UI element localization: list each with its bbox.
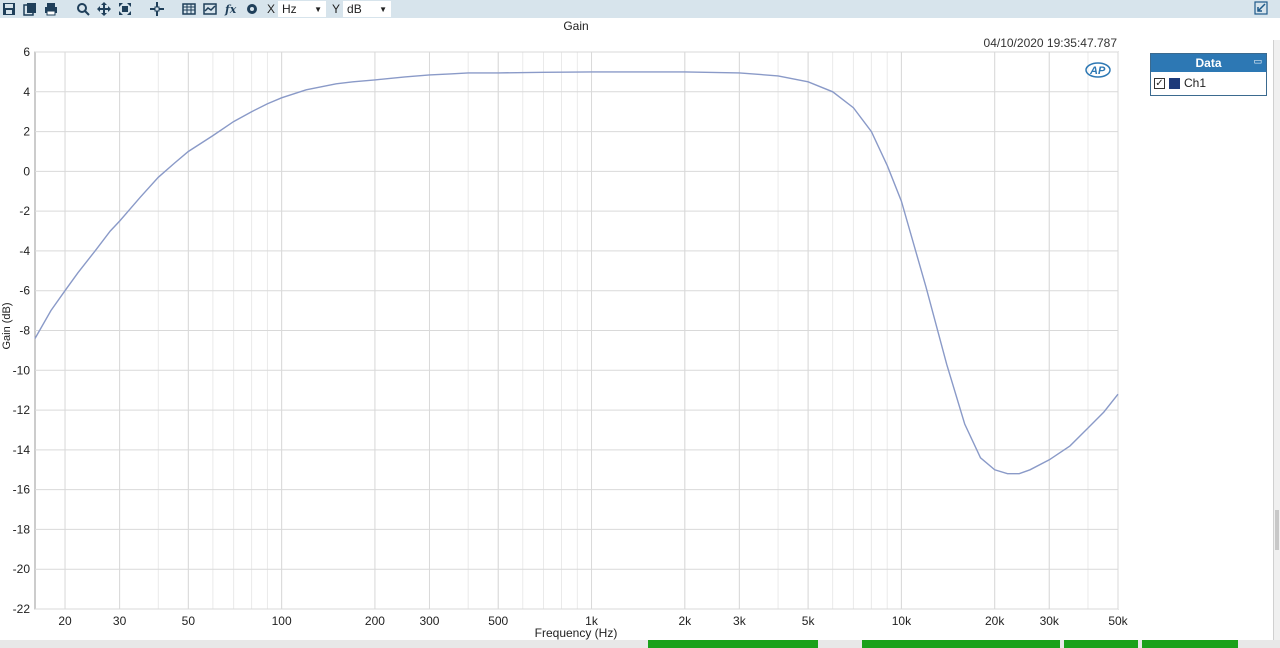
status-freq-segment: [1142, 640, 1238, 648]
legend-entry-label: Ch1: [1184, 76, 1207, 90]
y-tick-label: 4: [23, 85, 30, 99]
y-tick-label: 6: [23, 45, 30, 59]
svg-text:AP: AP: [1089, 65, 1106, 77]
y-tick-label: -10: [13, 363, 31, 377]
series-color-swatch: [1169, 77, 1180, 89]
x-tick-label: 20k: [985, 614, 1005, 628]
x-axis-label: Frequency (Hz): [535, 626, 618, 640]
y-tick-label: -8: [19, 324, 30, 338]
ap-logo-icon: AP: [1085, 62, 1111, 78]
x-tick-label: 2k: [678, 614, 692, 628]
status-level-segment: [1064, 640, 1138, 648]
y-tick-label: -2: [19, 204, 30, 218]
x-tick-label: 20: [58, 614, 72, 628]
y-tick-label: -12: [13, 403, 31, 417]
y-tick-label: 2: [23, 125, 30, 139]
x-tick-label: 30: [113, 614, 127, 628]
y-axis-label: Gain (dB): [1, 302, 13, 350]
y-tick-label: -20: [13, 562, 31, 576]
scrollbar[interactable]: [1273, 40, 1280, 640]
x-tick-label: 500: [488, 614, 508, 628]
legend-entry-ch1[interactable]: ✓ Ch1: [1151, 72, 1266, 90]
y-tick-label: -6: [19, 284, 30, 298]
x-tick-label: 3k: [733, 614, 747, 628]
y-tick-label: -18: [13, 522, 31, 536]
y-tick-label: -22: [13, 602, 31, 616]
checkbox-icon[interactable]: ✓: [1154, 77, 1165, 89]
x-tick-label: 50k: [1108, 614, 1128, 628]
x-tick-label: 10k: [892, 614, 912, 628]
x-tick-label: 200: [365, 614, 385, 628]
x-tick-label: 300: [419, 614, 439, 628]
status-bar: [0, 640, 1280, 648]
y-tick-label: -4: [19, 244, 30, 258]
pin-icon[interactable]: ▭: [1253, 56, 1262, 67]
x-tick-label: 30k: [1040, 614, 1060, 628]
status-output-segment: [648, 640, 818, 648]
x-tick-label: 100: [272, 614, 292, 628]
legend-panel: Data ▭ ✓ Ch1: [1150, 53, 1267, 96]
y-tick-label: 0: [23, 164, 30, 178]
y-tick-label: -14: [13, 443, 31, 457]
x-tick-label: 50: [182, 614, 196, 628]
y-tick-labels: 6 4 2 0 -2 -4 -6 -8 -10 -12 -14 -16 -18 -20 -22: [13, 45, 31, 616]
x-tick-label: 5k: [802, 614, 816, 628]
legend-title: Data: [1195, 56, 1222, 70]
y-tick-label: -16: [13, 483, 31, 497]
scrollbar-thumb[interactable]: [1275, 510, 1279, 550]
gain-chart: 6420-2-4-6-8-10-12-14-16-18-20-22 20 30 50…: [13, 45, 1129, 640]
legend-header[interactable]: Data ▭: [1151, 54, 1266, 72]
status-input-segment: [862, 640, 1060, 648]
